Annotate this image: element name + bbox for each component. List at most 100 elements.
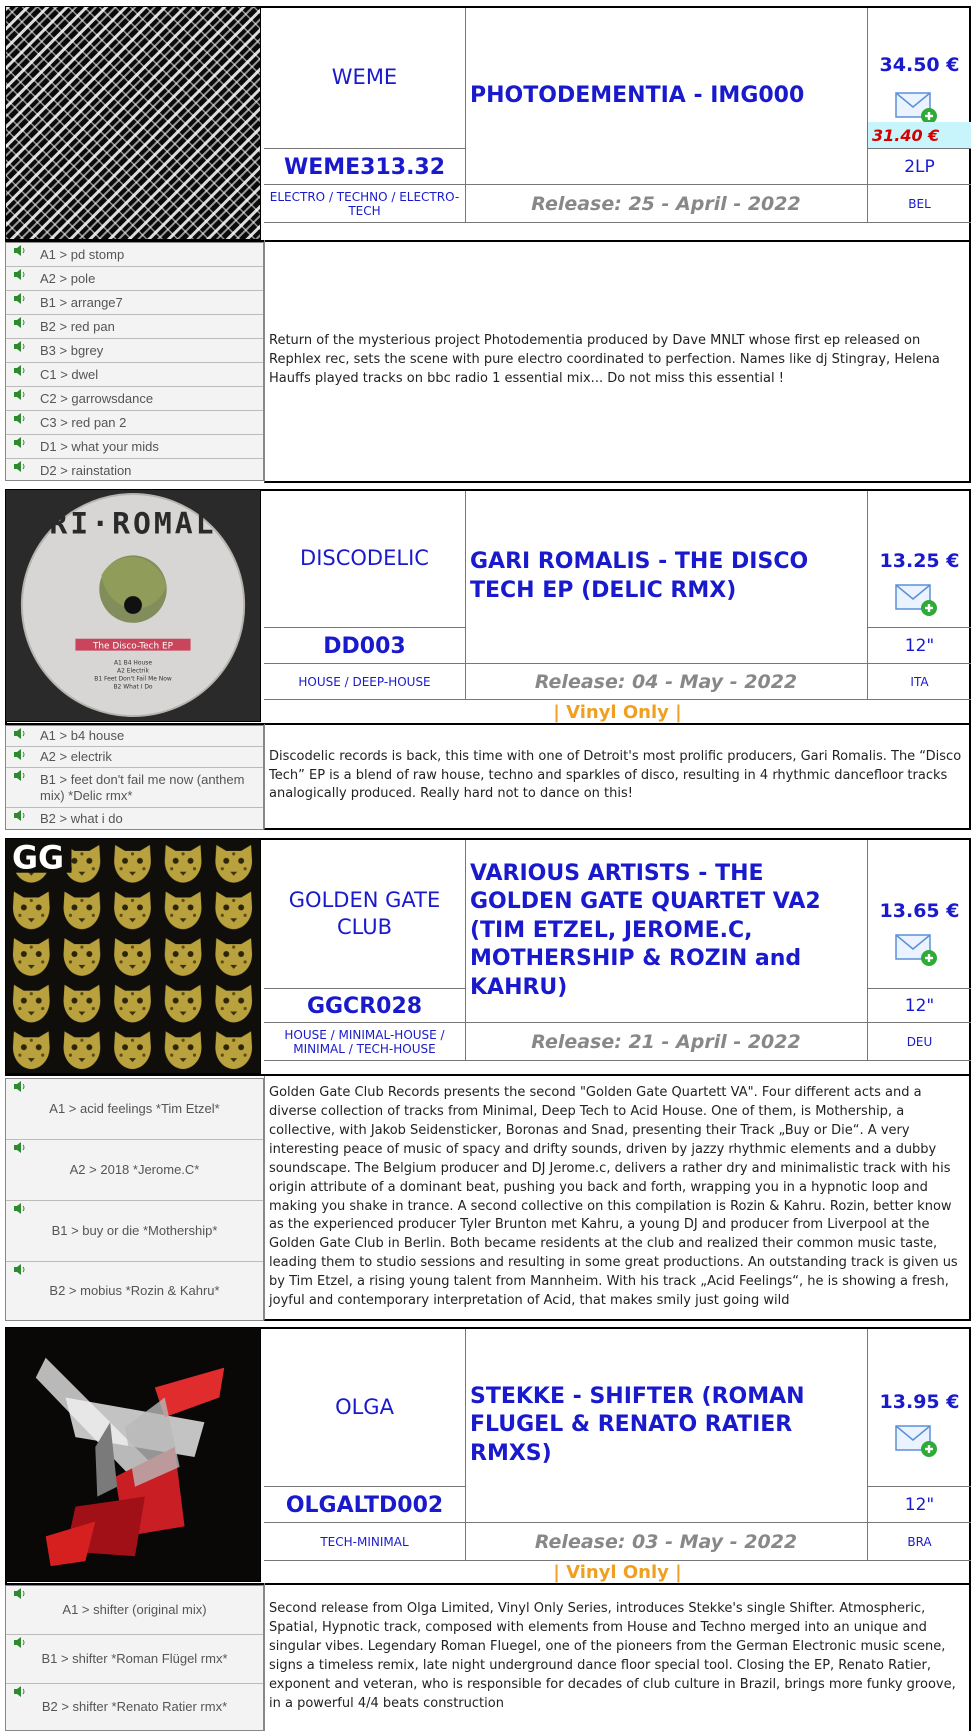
track-item[interactable]: B2 > mobius *Rozin & Kahru* (6, 1262, 263, 1320)
track-item[interactable]: D2 > rainstation (6, 459, 263, 482)
track-label[interactable]: B2 > mobius *Rozin & Kahru* (49, 1283, 219, 1299)
genre-links[interactable]: TECH-MINIMAL (264, 1524, 465, 1560)
release-title[interactable]: STEKKE - SHIFTER (ROMAN FLUGEL & RENATO … (466, 1329, 866, 1522)
divider (465, 840, 466, 1060)
mail-add-icon[interactable] (895, 1421, 939, 1459)
track-label[interactable]: B1 > arrange7 (40, 295, 123, 311)
catalog-number[interactable]: OLGALTD002 (264, 1488, 465, 1522)
product-entry: WEME WEME313.32 ELECTRO / TECHNO / ELECT… (0, 0, 971, 484)
track-label[interactable]: A1 > pd stomp (40, 247, 124, 263)
track-label[interactable]: C3 > red pan 2 (40, 415, 126, 431)
track-item[interactable]: B3 > bgrey (6, 339, 263, 363)
track-label[interactable]: B1 > buy or die *Mothership* (52, 1223, 218, 1239)
mail-add-icon[interactable] (895, 580, 939, 618)
speaker-icon[interactable] (14, 1686, 27, 1697)
speaker-icon[interactable] (14, 437, 27, 448)
speaker-icon[interactable] (14, 317, 27, 328)
svg-text:The Disco-Tech EP: The Disco-Tech EP (92, 642, 174, 652)
track-label[interactable]: A2 > electrik (40, 749, 112, 765)
track-item[interactable]: C2 > garrowsdance (6, 387, 263, 411)
speaker-icon[interactable] (14, 365, 27, 376)
track-item[interactable]: A1 > acid feelings *Tim Etzel* (6, 1079, 263, 1140)
vinyl-only-badge: | Vinyl Only | (553, 1561, 682, 1583)
track-item[interactable]: B1 > shifter *Roman Flügel rmx* (6, 1635, 263, 1684)
track-item[interactable]: A2 > electrik (6, 747, 263, 768)
speaker-icon[interactable] (14, 389, 27, 400)
track-item[interactable]: B1 > buy or die *Mothership* (6, 1201, 263, 1262)
track-label[interactable]: C1 > dwel (40, 367, 98, 383)
track-label[interactable]: A2 > 2018 *Jerome.C* (70, 1162, 200, 1178)
track-item[interactable]: B2 > red pan (6, 315, 263, 339)
catalog-number[interactable]: WEME313.32 (264, 150, 465, 184)
speaker-icon[interactable] (14, 728, 27, 739)
label-link[interactable]: WEME (264, 8, 465, 148)
speaker-icon[interactable] (14, 770, 27, 781)
track-item[interactable]: B2 > shifter *Renato Ratier rmx* (6, 1684, 263, 1730)
catalog-number[interactable]: DD003 (264, 629, 465, 663)
country-code[interactable]: BRA (868, 1524, 971, 1560)
track-item[interactable]: C3 > red pan 2 (6, 411, 263, 435)
track-label[interactable]: D1 > what your mids (40, 439, 159, 455)
track-label[interactable]: C2 > garrowsdance (40, 391, 153, 407)
release-title[interactable]: VARIOUS ARTISTS - THE GOLDEN GATE QUARTE… (466, 840, 866, 1022)
speaker-icon[interactable] (14, 1142, 27, 1153)
country-code[interactable]: DEU (868, 1024, 971, 1060)
genre-links[interactable]: HOUSE / DEEP-HOUSE (264, 665, 465, 699)
cover-image[interactable]: GG (5, 838, 261, 1074)
speaker-icon[interactable] (14, 413, 27, 424)
cover-image[interactable]: GARI·ROMALIS The Disco-Tech EP A1 B4 Hou… (5, 489, 261, 722)
tracklist: A1 > shifter (original mix) B1 > shifter… (5, 1585, 264, 1731)
track-label[interactable]: B1 > shifter *Roman Flügel rmx* (41, 1651, 227, 1667)
speaker-icon[interactable] (14, 341, 27, 352)
country-code[interactable]: ITA (868, 665, 971, 699)
speaker-icon[interactable] (14, 245, 27, 256)
speaker-icon[interactable] (14, 1203, 27, 1214)
label-name[interactable]: WEME (332, 64, 397, 91)
speaker-icon[interactable] (14, 1081, 27, 1092)
track-item[interactable]: D1 > what your mids (6, 435, 263, 459)
cover-image[interactable] (5, 1327, 261, 1582)
track-item[interactable]: A2 > 2018 *Jerome.C* (6, 1140, 263, 1201)
track-label[interactable]: B2 > red pan (40, 319, 115, 335)
track-item[interactable]: B2 > what i do (6, 808, 263, 829)
label-link[interactable]: DISCODELIC (264, 491, 465, 627)
track-label[interactable]: B2 > shifter *Renato Ratier rmx* (42, 1699, 227, 1715)
description: Golden Gate Club Records presents the se… (264, 1076, 971, 1321)
track-label[interactable]: D2 > rainstation (40, 463, 131, 479)
label-link[interactable]: OLGA (264, 1329, 465, 1486)
track-label[interactable]: B2 > what i do (40, 811, 123, 827)
track-label[interactable]: B3 > bgrey (40, 343, 103, 359)
genre-links[interactable]: HOUSE / MINIMAL-HOUSE / MINIMAL / TECH-H… (264, 1024, 465, 1060)
speaker-icon[interactable] (14, 1588, 27, 1599)
speaker-icon[interactable] (14, 749, 27, 760)
catalog-number[interactable]: GGCR028 (264, 990, 465, 1022)
track-label[interactable]: A1 > shifter (original mix) (62, 1602, 206, 1618)
speaker-icon[interactable] (14, 1264, 27, 1275)
track-label[interactable]: A1 > acid feelings *Tim Etzel* (49, 1101, 219, 1117)
track-item[interactable]: A1 > shifter (original mix) (6, 1586, 263, 1635)
speaker-icon[interactable] (14, 810, 27, 821)
mail-add-icon[interactable] (895, 88, 939, 126)
product-entry: GARI·ROMALIS The Disco-Tech EP A1 B4 Hou… (0, 488, 971, 832)
track-label[interactable]: A1 > b4 house (40, 728, 124, 744)
track-item[interactable]: B1 > feet don't fail me now (anthem mix)… (6, 768, 263, 808)
speaker-icon[interactable] (14, 269, 27, 280)
track-item[interactable]: C1 > dwel (6, 363, 263, 387)
genre-links[interactable]: ELECTRO / TECHNO / ELECTRO-TECH (264, 186, 465, 222)
speaker-icon[interactable] (14, 1637, 27, 1648)
mail-add-icon[interactable] (895, 930, 939, 968)
cover-image[interactable] (5, 6, 261, 240)
release-title[interactable]: PHOTODEMENTIA - IMG000 (466, 8, 866, 184)
label-link[interactable]: GOLDEN GATE CLUB (264, 840, 465, 988)
speaker-icon[interactable] (14, 293, 27, 304)
track-item[interactable]: A1 > pd stomp (6, 243, 263, 267)
track-label[interactable]: B1 > feet don't fail me now (anthem mix)… (40, 772, 263, 803)
divider (264, 222, 971, 223)
track-item[interactable]: A1 > b4 house (6, 726, 263, 747)
speaker-icon[interactable] (14, 461, 27, 472)
track-item[interactable]: B1 > arrange7 (6, 291, 263, 315)
country-code[interactable]: BEL (868, 186, 971, 222)
release-title[interactable]: GARI ROMALIS - THE DISCO TECH EP (DELIC … (466, 491, 866, 663)
track-item[interactable]: A2 > pole (6, 267, 263, 291)
track-label[interactable]: A2 > pole (40, 271, 95, 287)
